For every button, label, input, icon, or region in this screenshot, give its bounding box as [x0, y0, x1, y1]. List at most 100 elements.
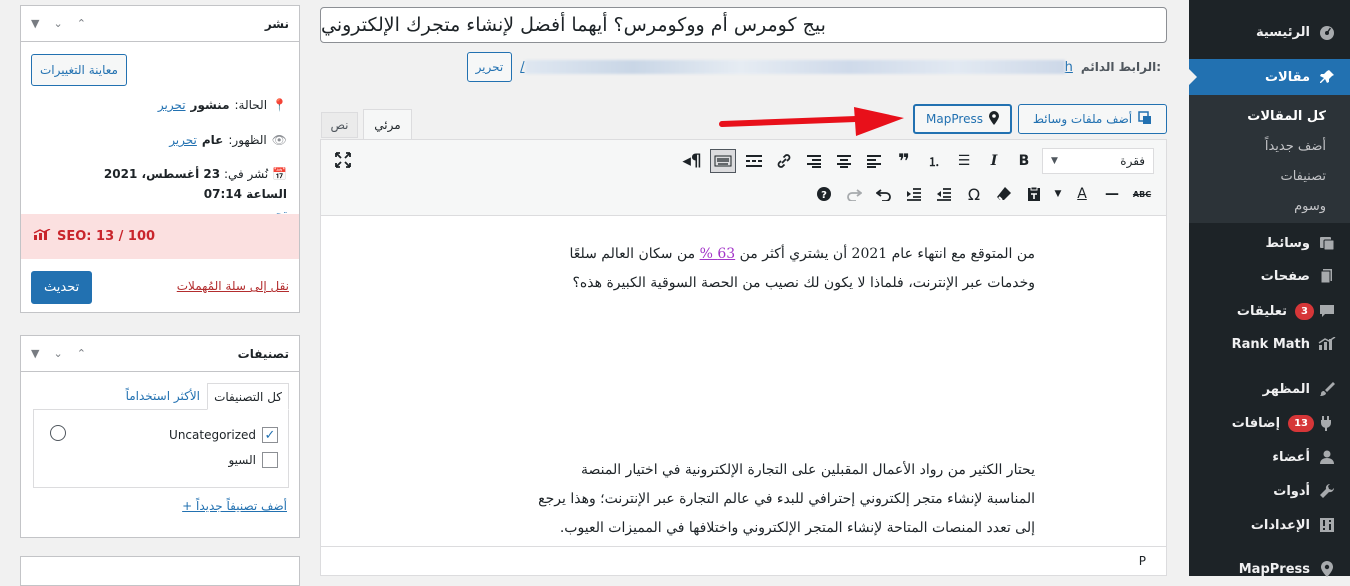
wrench-icon — [1318, 482, 1336, 500]
media-icon — [1318, 234, 1336, 252]
menu-tools[interactable]: أدوات — [1189, 474, 1350, 508]
submenu-categories[interactable]: تصنيفات — [1189, 161, 1350, 191]
menu-dashboard[interactable]: الرئيسية — [1189, 15, 1350, 49]
menu-media[interactable]: وسائط — [1189, 226, 1350, 260]
ltr-icon[interactable]: ¶◂ — [680, 149, 704, 173]
post-title-input[interactable]: بيج كومرس أم ووكومرس؟ أيهما أفضل لإنشاء … — [320, 7, 1167, 43]
submenu-tags[interactable]: وسوم — [1189, 191, 1350, 221]
menu-appearance[interactable]: المظهر — [1189, 372, 1350, 406]
permalink-row: تحرير / h الرابط الدائم: — [463, 51, 1161, 83]
paragraph-1-line-2: وخدمات عبر الإنترنت، فلماذا لا يكون لك ن… — [572, 275, 1036, 291]
calendar-icon: 📅 — [272, 167, 287, 181]
categories-title: تصنيفات — [237, 346, 289, 361]
published-time: الساعة 07:14 — [203, 187, 287, 201]
tab-all-categories[interactable]: كل التصنيفات — [207, 383, 289, 410]
paragraph-2-line-1: يحتار الكثير من رواد الأعمال المقبلين عل… — [581, 462, 1035, 478]
category-item[interactable]: السيو — [228, 452, 278, 468]
strikethrough-icon[interactable]: ABC — [1130, 182, 1154, 206]
bold-icon[interactable]: B — [1012, 149, 1036, 173]
post-title-text: بيج كومرس أم ووكومرس؟ أيهما أفضل لإنشاء … — [321, 14, 826, 36]
indent-icon[interactable] — [902, 182, 926, 206]
tab-text[interactable]: نص — [321, 112, 358, 138]
format-select[interactable]: فقرة ▼ — [1042, 148, 1154, 174]
seo-score-bar[interactable]: SEO: 13 / 100 — [21, 214, 299, 259]
outdent-icon[interactable] — [932, 182, 956, 206]
tab-visual[interactable]: مرئي — [363, 109, 412, 140]
status-value: منشور — [190, 98, 230, 112]
italic-icon[interactable]: I — [982, 149, 1006, 173]
undo-icon[interactable] — [872, 182, 896, 206]
element-path[interactable]: P — [1139, 554, 1146, 568]
editor-content[interactable]: من المتوقع مع انتهاء عام 2021 أن يشتري أ… — [321, 216, 1166, 546]
chevron-down-icon[interactable]: ⌄ — [53, 17, 62, 30]
redo-icon[interactable] — [842, 182, 866, 206]
help-icon[interactable]: ? — [812, 182, 836, 206]
menu-settings-label: الإعدادات — [1250, 517, 1310, 533]
tab-most-used[interactable]: الأكثر استخداماً — [126, 383, 200, 409]
move-to-trash-link[interactable]: نقل إلى سلة المُهملات — [177, 279, 289, 293]
permalink-edit-button[interactable]: تحرير — [466, 52, 513, 82]
align-left-icon[interactable] — [862, 149, 886, 173]
align-center-icon[interactable] — [832, 149, 856, 173]
numbered-list-icon[interactable]: ⒈ — [922, 149, 946, 173]
menu-dashboard-label: الرئيسية — [1255, 24, 1310, 40]
brush-icon — [1318, 380, 1336, 398]
fullscreen-icon[interactable] — [331, 148, 355, 172]
menu-posts[interactable]: مقالات — [1189, 59, 1350, 95]
mappress-pin-icon — [988, 110, 999, 128]
svg-text:?: ? — [821, 190, 827, 201]
update-button[interactable]: تحديث — [31, 271, 93, 304]
clear-formatting-icon[interactable] — [992, 182, 1016, 206]
paragraph-1-text-b: من سكان العالم سلعًا — [569, 246, 700, 262]
menu-mappress[interactable]: MapPress — [1189, 552, 1350, 586]
menu-comments-label: تعليقات — [1236, 303, 1288, 319]
add-new-category-link[interactable]: + أضف تصنيفاً جديداً — [182, 499, 287, 513]
visibility-edit-link[interactable]: تحرير — [169, 133, 197, 147]
menu-media-label: وسائط — [1265, 235, 1310, 251]
menu-users[interactable]: أعضاء — [1189, 440, 1350, 474]
submenu-all-posts[interactable]: كل المقالات — [1189, 101, 1350, 131]
preview-changes-button[interactable]: معاينة التغييرات — [31, 54, 127, 86]
move-down-icon[interactable]: ▼ — [31, 347, 39, 360]
chevron-down-icon[interactable]: ⌄ — [53, 347, 62, 360]
text-color-dropdown-icon[interactable]: ▼ — [1052, 182, 1064, 206]
chevron-up-icon[interactable]: ⌃ — [77, 17, 86, 30]
menu-pages[interactable]: صفحات — [1189, 259, 1350, 293]
menu-plugins[interactable]: إضافات 13 — [1189, 406, 1350, 440]
add-media-button[interactable]: أضف ملفات وسائط — [1018, 104, 1167, 134]
move-down-icon[interactable]: ▼ — [31, 17, 39, 30]
checkbox-unchecked-icon[interactable] — [262, 452, 278, 468]
toolbar-row-2: ABC — A ▼ Ω ? — [812, 182, 1154, 206]
stat-link[interactable]: 63 % — [700, 246, 736, 262]
status-edit-link[interactable]: تحرير — [158, 98, 186, 112]
menu-comments[interactable]: تعليقات 3 — [1189, 294, 1350, 328]
blockquote-icon[interactable]: ❞ — [892, 149, 916, 173]
add-media-icon — [1138, 110, 1152, 128]
align-right-icon[interactable] — [802, 149, 826, 173]
mappress-label: MapPress — [926, 112, 983, 126]
checkbox-checked-icon[interactable]: ✓ — [262, 427, 278, 443]
paste-text-icon[interactable] — [1022, 182, 1046, 206]
read-more-icon[interactable] — [742, 149, 766, 173]
text-color-icon[interactable]: A — [1070, 182, 1094, 206]
add-media-label: أضف ملفات وسائط — [1032, 112, 1133, 126]
rankmath-score-icon — [33, 227, 51, 245]
permalink-url[interactable]: / h — [520, 60, 1073, 75]
seo-score: SEO: 13 / 100 — [57, 229, 156, 244]
visibility-label: الظهور: — [228, 133, 267, 147]
mappress-button[interactable]: MapPress — [913, 104, 1012, 134]
categories-box-controls: ▼ ⌄ ⌃ — [31, 347, 86, 360]
publish-title: نشر — [264, 16, 289, 31]
toolbar-toggle-icon[interactable] — [710, 149, 736, 173]
primary-category-radio[interactable] — [50, 425, 66, 441]
link-icon[interactable] — [772, 149, 796, 173]
submenu-add-new[interactable]: أضف جديداً — [1189, 131, 1350, 161]
category-item[interactable]: Uncategorized ✓ — [169, 427, 278, 443]
special-char-icon[interactable]: Ω — [962, 182, 986, 206]
horizontal-line-icon[interactable]: — — [1100, 182, 1124, 206]
bullet-list-icon[interactable]: ☰ — [952, 149, 976, 173]
menu-settings[interactable]: الإعدادات — [1189, 508, 1350, 542]
menu-rankmath[interactable]: Rank Math — [1189, 327, 1350, 361]
chevron-up-icon[interactable]: ⌃ — [77, 347, 86, 360]
menu-plugins-label: إضافات — [1231, 415, 1281, 431]
